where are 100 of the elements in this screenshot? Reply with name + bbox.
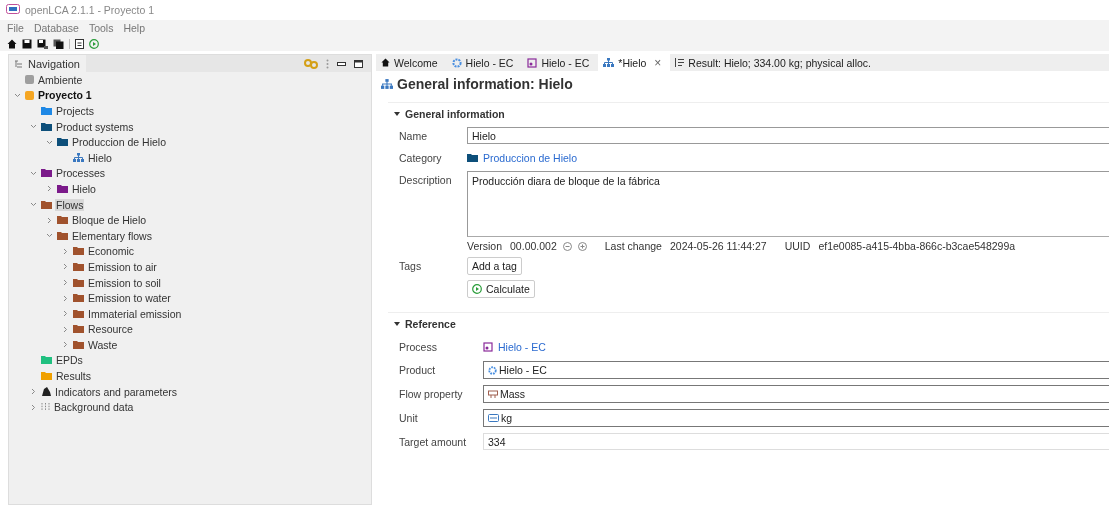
combo-field[interactable]: Hielo - EC: [483, 361, 1109, 379]
expander-icon[interactable]: [30, 201, 37, 209]
window-title: openLCA 2.1.1 - Proyecto 1: [25, 4, 154, 16]
tree-item[interactable]: Emission to water: [87, 292, 172, 305]
tree-item[interactable]: Proyecto 1: [37, 89, 93, 102]
expander-icon[interactable]: [46, 232, 53, 240]
last-change-value: 2024-05-26 11:44:27: [669, 240, 767, 252]
indicators-icon: [41, 387, 51, 397]
expander-icon[interactable]: [30, 403, 37, 411]
tree-icon: [15, 59, 24, 68]
expander-icon[interactable]: [62, 341, 69, 349]
expander-icon[interactable]: [62, 247, 69, 255]
expander-icon[interactable]: [46, 185, 53, 193]
document-icon[interactable]: [75, 38, 84, 49]
combo-field[interactable]: kg: [483, 409, 1109, 427]
expander-icon[interactable]: [62, 294, 69, 302]
home-icon[interactable]: [7, 38, 17, 49]
expander-icon[interactable]: [62, 263, 69, 271]
field-label: Target amount: [399, 435, 468, 448]
tree-item[interactable]: Produccion de Hielo: [71, 136, 167, 149]
save-all-icon[interactable]: [53, 38, 64, 49]
hierarchy-icon: [381, 79, 393, 89]
expander-icon[interactable]: [62, 325, 69, 333]
expander-icon[interactable]: [30, 169, 37, 177]
plus-circle-icon[interactable]: [577, 241, 587, 251]
menu-item[interactable]: Database: [33, 22, 79, 34]
tree-item[interactable]: Projects: [55, 105, 95, 117]
expander-icon[interactable]: [62, 279, 69, 286]
tree-item[interactable]: Resource: [87, 323, 134, 336]
category-link[interactable]: Produccion de Hielo: [483, 151, 577, 164]
name-field[interactable]: Hielo: [467, 127, 1109, 144]
field-label: Category: [399, 151, 443, 164]
expander-icon[interactable]: [30, 388, 37, 396]
field-label: Flow property: [399, 388, 464, 400]
expander-icon[interactable]: [62, 310, 69, 318]
minimize-icon[interactable]: [337, 61, 346, 66]
expander-icon[interactable]: [46, 216, 53, 224]
play-icon: [472, 284, 482, 294]
editor-tab[interactable]: Hielo - EC: [522, 54, 599, 71]
section-title: Reference: [405, 318, 456, 330]
minus-circle-icon[interactable]: [562, 241, 572, 251]
editor-tab[interactable]: Result: Hielo; 334.00 kg; physical alloc.: [670, 54, 880, 71]
editor-tab[interactable]: *Hielo ×: [598, 54, 671, 71]
tree-item[interactable]: Economic: [87, 245, 136, 258]
tree-item[interactable]: Background data: [53, 401, 135, 414]
collapse-icon[interactable]: [394, 322, 400, 326]
uuid-label: UUID: [784, 240, 811, 252]
collapse-icon[interactable]: [394, 112, 400, 116]
tree-item[interactable]: Product systems: [55, 120, 135, 133]
add-tag-button[interactable]: Add a tag: [467, 257, 522, 275]
expander-icon[interactable]: [30, 123, 37, 131]
tree-item[interactable]: Immaterial emission: [87, 307, 183, 320]
field-label: Tags: [399, 260, 423, 272]
link-icon[interactable]: [304, 58, 318, 69]
version-label: Version: [467, 240, 503, 252]
uuid-value: ef1e0085-a415-4bba-866c-b3cae548299a: [818, 240, 1016, 252]
tree-item[interactable]: Hielo: [87, 151, 113, 164]
editor-title: General information: Hielo: [397, 76, 573, 92]
flow-icon: [488, 365, 497, 375]
tree-item[interactable]: Indicators and parameters: [54, 385, 178, 398]
navigation-tab[interactable]: Navigation: [9, 55, 86, 72]
save-as-icon[interactable]: [37, 38, 48, 49]
process-link[interactable]: Hielo - EC: [498, 340, 546, 353]
editor-tab[interactable]: Hielo - EC: [446, 54, 523, 71]
tree-item[interactable]: Waste: [87, 338, 119, 351]
panel-title: Navigation: [28, 57, 80, 70]
tree-item[interactable]: Emission to air: [87, 260, 158, 273]
description-field[interactable]: Producción diara de bloque de la fábrica: [467, 171, 1109, 237]
tree-item[interactable]: Flows: [55, 198, 85, 211]
menu-item[interactable]: File: [7, 22, 24, 34]
expander-icon[interactable]: [14, 91, 21, 99]
amount-field[interactable]: 334: [483, 433, 1109, 450]
menu-item[interactable]: Tools: [88, 22, 114, 34]
maximize-icon[interactable]: [354, 59, 363, 68]
combo-field[interactable]: Mass: [483, 385, 1109, 403]
tree-item[interactable]: Emission to soil: [87, 276, 162, 289]
field-label: Description: [399, 173, 453, 186]
calculate-button[interactable]: Calculate: [467, 280, 535, 298]
expander-icon[interactable]: [46, 138, 53, 146]
tree-item[interactable]: Elementary flows: [71, 229, 153, 242]
process-icon: [483, 341, 493, 352]
home-icon: [381, 58, 390, 67]
tree-item[interactable]: Processes: [55, 167, 107, 180]
process-icon: [527, 57, 538, 68]
menu-item[interactable]: Help: [123, 22, 145, 34]
flow-icon: [451, 57, 462, 68]
tree-item[interactable]: Ambiente: [37, 73, 84, 86]
tree-item[interactable]: EPDs: [55, 354, 84, 367]
view-menu-icon[interactable]: [326, 58, 329, 69]
field-label: Product: [399, 364, 437, 376]
run-icon[interactable]: [89, 38, 99, 49]
field-label: Unit: [399, 412, 419, 424]
field-label: Process: [399, 340, 438, 353]
tree-item[interactable]: Hielo: [71, 182, 97, 195]
save-icon[interactable]: [22, 38, 32, 49]
result-icon: [675, 58, 685, 67]
tree-item[interactable]: Results: [55, 370, 92, 383]
last-change-label: Last change: [604, 240, 662, 252]
tree-item[interactable]: Bloque de Hielo: [71, 214, 148, 227]
editor-tab[interactable]: Welcome: [376, 54, 447, 71]
